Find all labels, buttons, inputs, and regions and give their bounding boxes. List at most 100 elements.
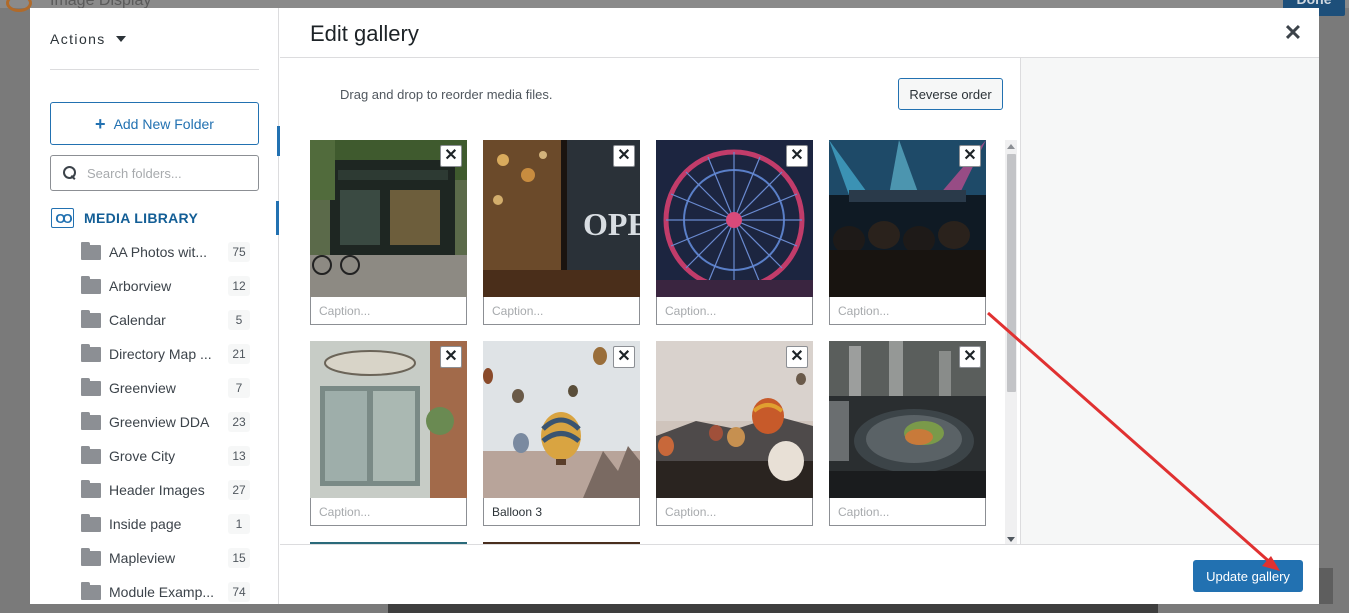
gallery-item[interactable]: ✕	[310, 140, 467, 325]
folder-count-badge: 15	[228, 548, 250, 568]
update-gallery-button[interactable]: Update gallery	[1193, 560, 1303, 592]
gallery-item[interactable]: ✕	[829, 341, 986, 526]
dialog-footer: Update gallery	[280, 544, 1319, 604]
gallery-grid: ✕ Caption... OPE ✕ Caption... ✕ Caption.…	[310, 140, 1000, 544]
backdrop-content-strip	[388, 604, 1158, 613]
caption-input[interactable]	[310, 297, 467, 325]
folder-name: AA Photos wit...	[109, 244, 208, 260]
folder-search-input[interactable]	[87, 165, 237, 181]
sidebar-divider	[50, 69, 259, 70]
scroll-down-icon[interactable]	[1007, 537, 1015, 542]
folder-item[interactable]: Module Examp... 74	[30, 575, 279, 604]
folder-item[interactable]: Inside page 1	[30, 507, 279, 541]
folder-item[interactable]: Directory Map ... 21	[30, 337, 279, 371]
caption-input[interactable]	[483, 498, 640, 526]
folder-icon	[81, 513, 101, 532]
thumbnail-balloons-valley: ✕	[656, 341, 813, 498]
remove-image-button[interactable]: ✕	[613, 346, 635, 368]
folder-name: Greenview	[109, 380, 176, 396]
scrollbar-thumb[interactable]	[1007, 154, 1016, 392]
caption-input[interactable]	[483, 297, 640, 325]
edit-gallery-modal: Actions + Add New Folder OO MEDIA LIBRAR…	[30, 8, 1319, 604]
folder-count-badge: 12	[228, 276, 250, 296]
folder-name: Inside page	[109, 516, 182, 532]
sidebar-item-media-library[interactable]: OO MEDIA LIBRARY	[30, 201, 279, 235]
close-icon[interactable]: ✕	[1281, 21, 1305, 45]
caption-input[interactable]	[829, 297, 986, 325]
folder-name: Header Images	[109, 482, 205, 498]
folder-count-badge: 27	[228, 480, 250, 500]
folder-count-badge: 7	[228, 378, 250, 398]
backdrop-header	[0, 0, 1349, 8]
folder-item[interactable]: Arborview 12	[30, 269, 279, 303]
folder-icon	[81, 411, 101, 430]
remove-image-button[interactable]: ✕	[440, 145, 462, 167]
thumbnail-shop-window: ✕	[310, 341, 467, 498]
folder-item[interactable]: Header Images 27	[30, 473, 279, 507]
scroll-up-icon[interactable]	[1007, 144, 1015, 149]
folder-item[interactable]: Greenview 7	[30, 371, 279, 405]
remove-image-button[interactable]: ✕	[440, 346, 462, 368]
caption-input[interactable]	[656, 297, 813, 325]
plus-icon: +	[95, 113, 106, 134]
folder-sidebar: Actions + Add New Folder OO MEDIA LIBRAR…	[30, 8, 279, 604]
media-library-label: MEDIA LIBRARY	[84, 210, 199, 226]
folder-name: Greenview DDA	[109, 414, 210, 430]
site-logo-icon	[6, 0, 32, 12]
caption-input[interactable]	[310, 498, 467, 526]
folder-count-badge: 5	[228, 310, 250, 330]
gallery-item[interactable]: OPE ✕	[483, 140, 640, 325]
folder-item[interactable]: Greenview DDA 23	[30, 405, 279, 439]
folder-count-badge: 1	[228, 514, 250, 534]
remove-image-button[interactable]: ✕	[786, 346, 808, 368]
folder-item[interactable]: AA Photos wit... 75	[30, 235, 279, 269]
folder-item[interactable]: Mapleview 15	[30, 541, 279, 575]
add-folder-label: Add New Folder	[113, 115, 214, 132]
remove-image-button[interactable]: ✕	[959, 145, 981, 167]
folder-icon	[81, 343, 101, 362]
actions-label: Actions	[50, 31, 106, 47]
gallery-item[interactable]: ✕	[656, 140, 813, 325]
caption-input[interactable]	[656, 498, 813, 526]
svg-text:OPE: OPE	[583, 206, 640, 242]
folder-icon	[81, 581, 101, 600]
caption-input[interactable]	[829, 498, 986, 526]
remove-image-button[interactable]: ✕	[613, 145, 635, 167]
gallery-editor: Edit gallery ✕ Drag and drop to reorder …	[280, 8, 1319, 604]
thumbnail-balloons: ✕	[483, 341, 640, 498]
remove-image-button[interactable]: ✕	[786, 145, 808, 167]
thumbnail-dinner: ✕	[829, 341, 986, 498]
folder-icon	[81, 275, 101, 294]
folder-icon	[81, 547, 101, 566]
gallery-item[interactable]: ✕	[483, 341, 640, 526]
actions-menu[interactable]: Actions	[50, 31, 126, 47]
reverse-order-button[interactable]: Reverse order	[898, 78, 1003, 110]
folder-name: Module Examp...	[109, 584, 215, 600]
add-new-folder-button[interactable]: + Add New Folder	[50, 102, 259, 145]
gallery-settings-pane	[1020, 58, 1319, 544]
folder-count-badge: 74	[228, 582, 250, 602]
gallery-item[interactable]: ✕	[310, 341, 467, 526]
folder-item[interactable]: Grove City 13	[30, 439, 279, 473]
folder-count-badge: 75	[228, 242, 250, 262]
folder-icon	[81, 445, 101, 464]
folder-count-badge: 21	[228, 344, 250, 364]
search-icon	[63, 166, 77, 180]
gallery-content: Drag and drop to reorder media files. Re…	[294, 58, 1020, 544]
dialog-title: Edit gallery	[310, 21, 419, 46]
folder-icon	[81, 309, 101, 328]
folder-name: Calendar	[109, 312, 166, 328]
reorder-instructions: Drag and drop to reorder media files.	[340, 87, 553, 102]
thumbnail-bakery: ✕	[310, 140, 467, 297]
thumbnail-open-sign: OPE ✕	[483, 140, 640, 297]
folder-list: AA Photos wit... 75 Arborview 12 Calenda…	[30, 235, 279, 604]
folder-item[interactable]: Calendar 5	[30, 303, 279, 337]
gallery-scrollbar[interactable]	[1005, 140, 1017, 544]
thumbnail-ferris-wheel: ✕	[656, 140, 813, 297]
remove-image-button[interactable]: ✕	[959, 346, 981, 368]
gallery-item[interactable]: ✕	[656, 341, 813, 526]
folder-icon	[81, 377, 101, 396]
folder-name: Directory Map ...	[109, 346, 212, 362]
gallery-item[interactable]: ✕	[829, 140, 986, 325]
folder-name: Grove City	[109, 448, 176, 464]
